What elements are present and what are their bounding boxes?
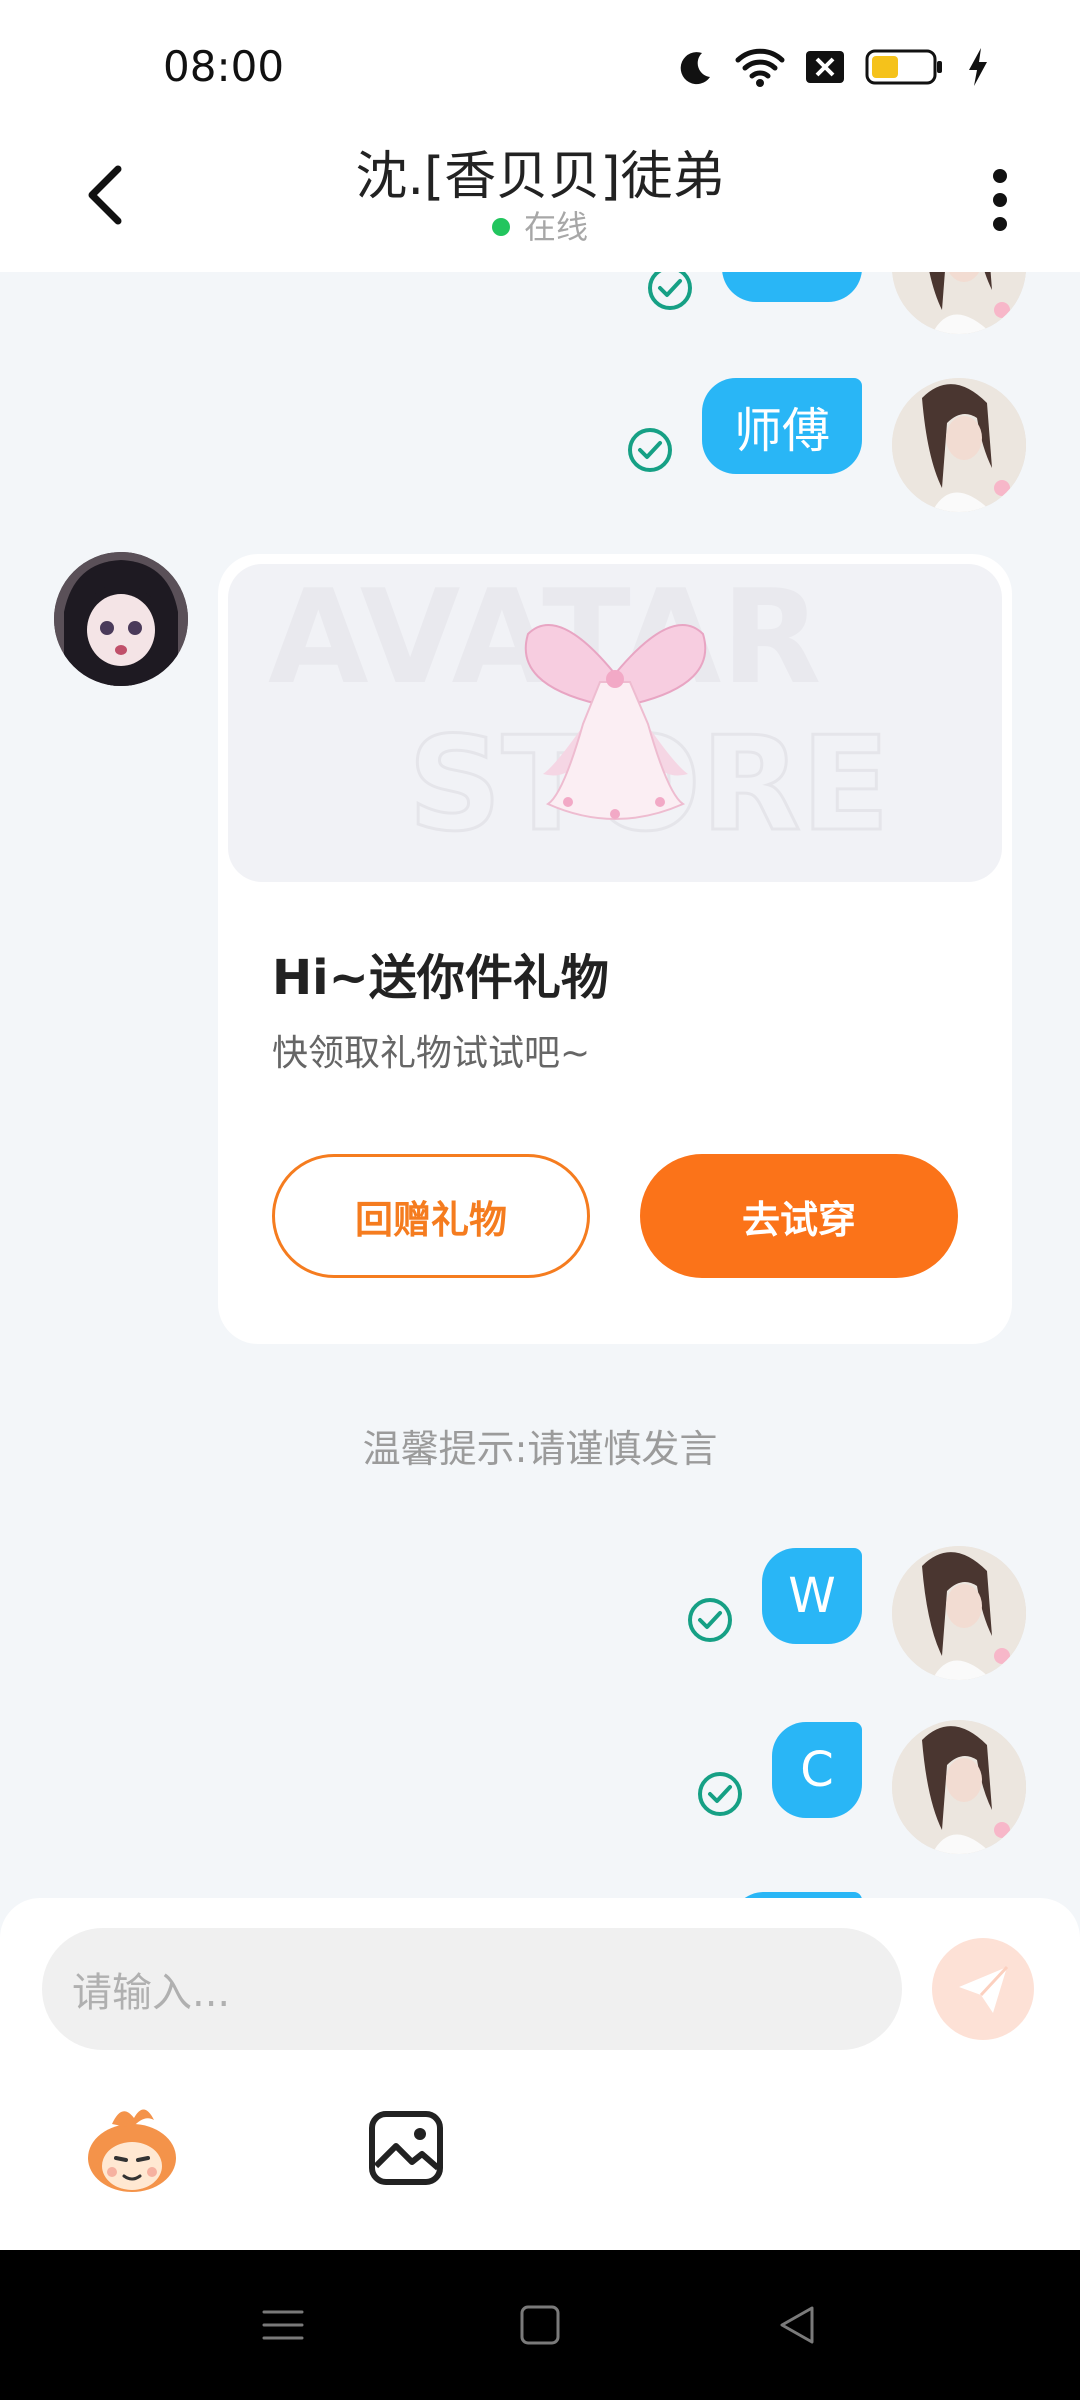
my-avatar[interactable] xyxy=(892,378,1026,512)
contact-avatar[interactable] xyxy=(54,552,188,686)
battery-icon xyxy=(865,49,942,85)
gift-card[interactable]: AVATAR STORE Hi~送你件礼物 快领取礼物试试吧~ 回赠礼物 去试穿 xyxy=(218,554,1012,1344)
system-nav-bar xyxy=(0,2250,1080,2400)
status-bar: 08:00 xyxy=(0,0,1080,130)
return-gift-button[interactable]: 回赠礼物 xyxy=(272,1154,590,1278)
my-avatar[interactable] xyxy=(892,1546,1026,1680)
mascot-emoji-icon[interactable] xyxy=(82,2098,182,2198)
message-bubble[interactable]: 师傅 xyxy=(702,378,862,474)
my-avatar[interactable] xyxy=(892,272,1026,334)
status-icons xyxy=(676,46,990,88)
message-input[interactable]: 请输入... xyxy=(42,1928,902,2050)
chat-header: 沈.[香贝贝]徒弟 在线 xyxy=(0,130,1080,272)
online-status: 在线 xyxy=(0,202,1080,248)
home-nav-icon[interactable] xyxy=(515,2300,565,2350)
no-sim-icon xyxy=(806,51,844,83)
my-avatar[interactable] xyxy=(892,1720,1026,1854)
status-time: 08:00 xyxy=(163,42,285,91)
moon-icon xyxy=(680,52,710,85)
read-check-icon xyxy=(698,1772,742,1816)
read-check-icon xyxy=(688,1598,732,1642)
menu-nav-icon[interactable] xyxy=(258,2300,308,2350)
gift-image[interactable]: AVATAR STORE xyxy=(228,564,1002,882)
send-icon xyxy=(959,1965,1009,2013)
gift-title: Hi~送你件礼物 xyxy=(272,950,609,1006)
back-nav-icon[interactable] xyxy=(772,2300,822,2350)
safety-tip: 温馨提示:请谨慎发言 xyxy=(362,1427,718,1471)
charging-icon xyxy=(969,48,987,86)
more-options-icon[interactable] xyxy=(975,160,1025,240)
message-bubble[interactable]: C xyxy=(772,1722,862,1818)
gift-description: 快领取礼物试试吧~ xyxy=(272,1033,591,1074)
input-panel: 请输入... xyxy=(0,1898,1080,2250)
online-label: 在线 xyxy=(523,208,588,246)
contact-name: 沈.[香贝贝]徒弟 xyxy=(355,147,725,207)
read-check-icon xyxy=(628,428,672,472)
try-on-button[interactable]: 去试穿 xyxy=(640,1154,958,1278)
chat-messages[interactable]: 师傅 AVATAR STORE xyxy=(0,272,1080,1898)
message-bubble-partial[interactable] xyxy=(722,272,862,302)
message-bubble[interactable]: W xyxy=(762,1548,862,1644)
wifi-icon xyxy=(735,48,785,87)
read-check-icon xyxy=(648,272,692,310)
image-picker-icon[interactable] xyxy=(366,2108,446,2188)
send-button[interactable] xyxy=(932,1938,1034,2040)
online-dot xyxy=(491,218,510,236)
